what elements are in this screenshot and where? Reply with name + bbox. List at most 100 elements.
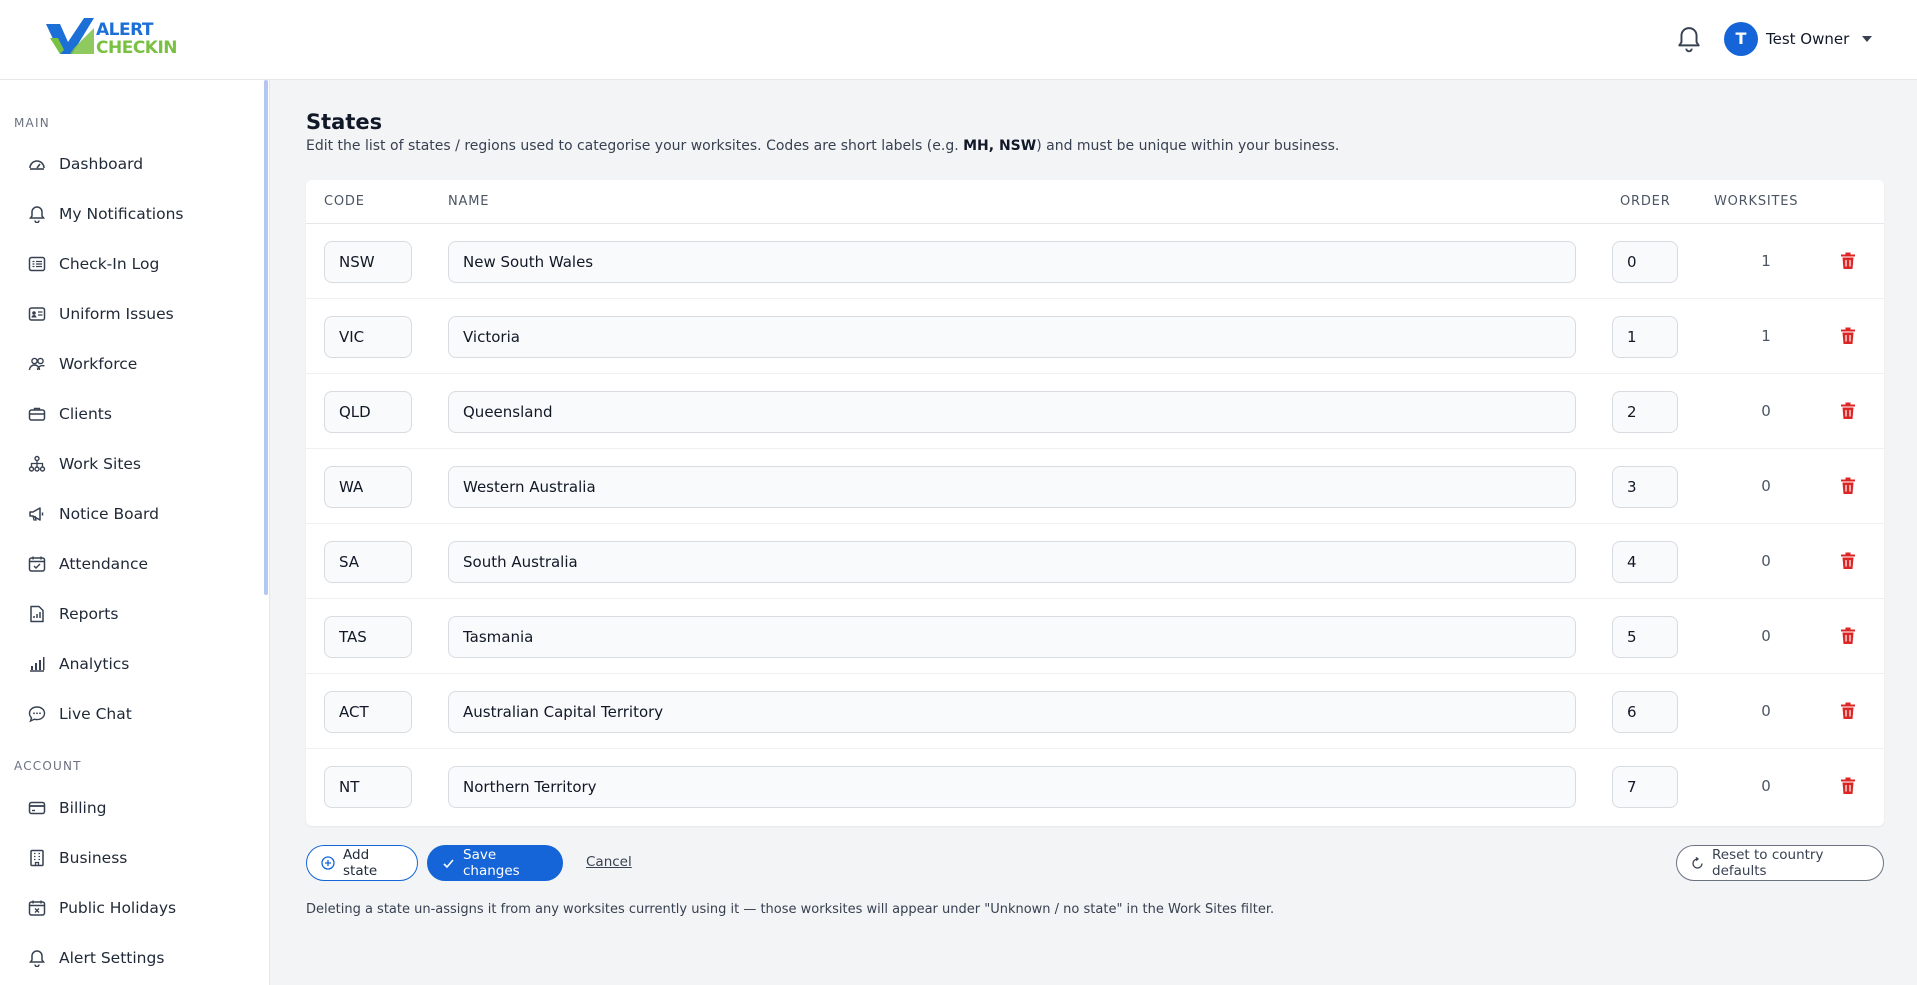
- sidebar-item-my-notifications[interactable]: My Notifications: [0, 192, 262, 236]
- sidebar-item-workforce[interactable]: Workforce: [0, 342, 262, 386]
- app-logo[interactable]: ALERT CHECKIN: [46, 18, 186, 60]
- sidebar-item-label: Uniform Issues: [59, 305, 174, 323]
- sidebar-section-account: ACCOUNT: [14, 759, 82, 773]
- user-menu-caret-icon[interactable]: [1862, 36, 1872, 42]
- notifications-bell-icon[interactable]: [1676, 26, 1702, 54]
- state-order-input[interactable]: [1612, 616, 1678, 658]
- state-code-input[interactable]: [324, 766, 412, 808]
- table-row: 0: [306, 599, 1884, 674]
- sidebar-item-reports[interactable]: Reports: [0, 592, 262, 636]
- sidebar-item-notice-board[interactable]: Notice Board: [0, 492, 262, 536]
- save-changes-button[interactable]: Save changes: [427, 845, 563, 881]
- state-code-input[interactable]: [324, 241, 412, 283]
- delete-state-trash-icon[interactable]: [1840, 402, 1856, 420]
- delete-state-trash-icon[interactable]: [1840, 327, 1856, 345]
- table-row: 0: [306, 674, 1884, 749]
- reset-defaults-button[interactable]: Reset to country defaults: [1676, 845, 1884, 881]
- state-name-input[interactable]: [448, 466, 1576, 508]
- sidebar: MAIN Dashboard My Notifications Check-In…: [0, 80, 270, 985]
- state-order-input[interactable]: [1612, 316, 1678, 358]
- logo-check-icon: [46, 18, 94, 54]
- state-name-input[interactable]: [448, 616, 1576, 658]
- sidebar-item-clients[interactable]: Clients: [0, 392, 262, 436]
- state-name-input[interactable]: [448, 391, 1576, 433]
- state-name-input[interactable]: [448, 691, 1576, 733]
- id-card-icon: [28, 305, 46, 323]
- sidebar-scrollbar[interactable]: [264, 80, 268, 595]
- states-table: CODE NAME ORDER WORKSITES 1 1 0: [306, 180, 1884, 826]
- megaphone-icon: [28, 505, 46, 523]
- user-name[interactable]: Test Owner: [1766, 30, 1849, 48]
- bell-icon: [28, 205, 46, 223]
- bell-icon: [28, 949, 46, 967]
- delete-state-trash-icon[interactable]: [1840, 777, 1856, 795]
- delete-state-trash-icon[interactable]: [1840, 252, 1856, 270]
- add-state-button[interactable]: Add state: [306, 845, 418, 881]
- sidebar-item-attendance[interactable]: Attendance: [0, 542, 262, 586]
- worksite-count: 0: [1761, 627, 1771, 645]
- state-order-input[interactable]: [1612, 466, 1678, 508]
- state-code-input[interactable]: [324, 466, 412, 508]
- sidebar-item-billing[interactable]: Billing: [0, 786, 262, 830]
- state-name-input[interactable]: [448, 766, 1576, 808]
- sidebar-item-label: Reports: [59, 605, 119, 623]
- state-name-input[interactable]: [448, 541, 1576, 583]
- calendar-check-icon: [28, 555, 46, 573]
- sidebar-item-label: Attendance: [59, 555, 149, 573]
- state-order-input[interactable]: [1612, 391, 1678, 433]
- sidebar-item-label: Notice Board: [59, 505, 160, 523]
- sidebar-item-dashboard[interactable]: Dashboard: [0, 142, 262, 186]
- dashboard-icon: [28, 155, 46, 173]
- state-order-input[interactable]: [1612, 541, 1678, 583]
- cancel-link[interactable]: Cancel: [586, 854, 632, 870]
- column-header-name: NAME: [448, 194, 490, 209]
- reset-defaults-label: Reset to country defaults: [1712, 847, 1824, 879]
- report-icon: [28, 605, 46, 623]
- state-order-input[interactable]: [1612, 241, 1678, 283]
- plus-circle-icon: [321, 856, 335, 870]
- state-name-input[interactable]: [448, 241, 1576, 283]
- sidebar-item-alert-settings[interactable]: Alert Settings: [0, 936, 262, 980]
- sidebar-item-label: Public Holidays: [59, 899, 177, 917]
- state-code-input[interactable]: [324, 691, 412, 733]
- worksite-count: 1: [1761, 252, 1771, 270]
- page-description-start: Edit the list of states / regions used t…: [306, 138, 964, 154]
- delete-state-trash-icon[interactable]: [1840, 552, 1856, 570]
- sidebar-item-uniform-issues[interactable]: Uniform Issues: [0, 292, 262, 336]
- sidebar-item-label: Check-In Log: [59, 255, 160, 273]
- column-header-code: CODE: [324, 194, 365, 209]
- page-title: States: [306, 110, 383, 134]
- sidebar-item-live-chat[interactable]: Live Chat: [0, 692, 262, 736]
- main-content: States Edit the list of states / regions…: [270, 80, 1917, 985]
- delete-state-trash-icon[interactable]: [1840, 627, 1856, 645]
- sidebar-item-check-in-log[interactable]: Check-In Log: [0, 242, 262, 286]
- page-description: Edit the list of states / regions used t…: [306, 138, 1339, 154]
- sidebar-item-work-sites[interactable]: Work Sites: [0, 442, 262, 486]
- state-code-input[interactable]: [324, 541, 412, 583]
- user-avatar[interactable]: T: [1724, 22, 1758, 56]
- top-header: ALERT CHECKIN T Test Owner: [0, 0, 1917, 80]
- state-code-input[interactable]: [324, 316, 412, 358]
- sidebar-item-label: Live Chat: [59, 705, 132, 723]
- worksite-count: 1: [1761, 327, 1771, 345]
- table-row: 0: [306, 449, 1884, 524]
- list-icon: [28, 255, 46, 273]
- state-name-input[interactable]: [448, 316, 1576, 358]
- credit-card-icon: [28, 799, 46, 817]
- state-code-input[interactable]: [324, 391, 412, 433]
- worksite-count: 0: [1761, 702, 1771, 720]
- add-state-label: Add state: [343, 847, 378, 879]
- state-order-input[interactable]: [1612, 766, 1678, 808]
- delete-state-trash-icon[interactable]: [1840, 702, 1856, 720]
- table-row: 0: [306, 749, 1884, 824]
- users-icon: [28, 355, 46, 373]
- sidebar-item-public-holidays[interactable]: Public Holidays: [0, 886, 262, 930]
- state-order-input[interactable]: [1612, 691, 1678, 733]
- state-code-input[interactable]: [324, 616, 412, 658]
- delete-state-trash-icon[interactable]: [1840, 477, 1856, 495]
- sidebar-item-business[interactable]: Business: [0, 836, 262, 880]
- table-row: 0: [306, 374, 1884, 449]
- sidebar-item-label: Clients: [59, 405, 112, 423]
- save-changes-label: Save changes: [463, 847, 520, 879]
- sidebar-item-analytics[interactable]: Analytics: [0, 642, 262, 686]
